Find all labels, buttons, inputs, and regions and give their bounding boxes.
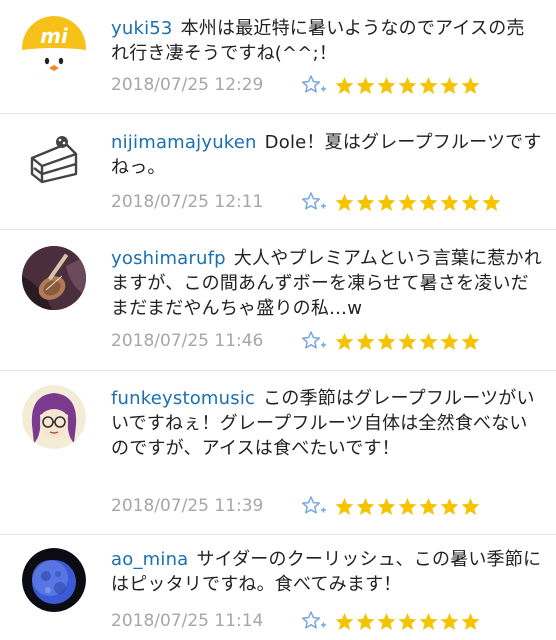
comment-meta: 2018/07/25 11:46: [111, 328, 480, 354]
star-icon: [440, 76, 459, 94]
star-icon: [398, 612, 417, 630]
star-icon: [461, 497, 480, 515]
star-icon: [461, 332, 480, 350]
comment-username[interactable]: ao_mina: [111, 549, 188, 570]
divider: [0, 229, 556, 230]
avatar[interactable]: [22, 548, 86, 612]
star-icon: [440, 332, 459, 350]
comment-text: yuki53 本州は最近特に暑いようなのでアイスの売れ行き凄そうですね(^^;！: [111, 16, 542, 66]
divider: [0, 534, 556, 535]
comment-text: ao_mina サイダーのクーリッシュ、この暑い季節にはピッタリですね。食べてみま…: [111, 547, 542, 597]
star-icon: [335, 193, 354, 211]
guitar-photo-avatar-icon: [22, 246, 86, 310]
star-icon: [398, 193, 417, 211]
avatar[interactable]: [22, 128, 86, 192]
star-icon: [398, 497, 417, 515]
star-icon: [419, 76, 438, 94]
comment-meta: 2018/07/25 12:29: [111, 72, 480, 98]
divider: [0, 113, 556, 114]
star-icon: [398, 332, 417, 350]
avatar[interactable]: mi: [22, 16, 86, 80]
comment-timestamp: 2018/07/25 11:39: [111, 496, 264, 516]
star-icon: [356, 612, 375, 630]
star-icon: [377, 612, 396, 630]
comment-username[interactable]: yoshimarufp: [111, 248, 226, 269]
star-icon: [440, 497, 459, 515]
star-icon: [377, 332, 396, 350]
cake-slice-avatar-icon: [22, 128, 86, 192]
comment-timestamp: 2018/07/25 11:14: [111, 611, 264, 631]
star-plus-icon[interactable]: [301, 329, 327, 353]
star-plus-icon[interactable]: [301, 609, 327, 633]
star-plus-icon[interactable]: [301, 190, 327, 214]
moon-avatar-icon: [22, 548, 86, 612]
star-icon: [356, 193, 375, 211]
star-icon: [419, 612, 438, 630]
star-icon: [335, 612, 354, 630]
star-icon: [461, 193, 480, 211]
star-rating: [335, 332, 480, 351]
star-plus-icon[interactable]: [301, 73, 327, 97]
star-icon: [482, 193, 501, 211]
comment-timestamp: 2018/07/25 11:46: [111, 331, 264, 351]
comment-username[interactable]: nijimamajyuken: [111, 132, 257, 153]
avatar[interactable]: [22, 385, 86, 449]
comment-timestamp: 2018/07/25 12:29: [111, 75, 264, 95]
mi-logo-chick-avatar-icon: mi: [22, 16, 86, 80]
comment-text: funkeystomusic この季節はグレープフルーツがいいですねぇ！グレープフ…: [111, 386, 542, 461]
comment-meta: 2018/07/25 12:11: [111, 189, 501, 215]
comment-text: yoshimarufp 大人やプレミアムという言葉に惹かれますが、この間あんずボー…: [111, 246, 542, 321]
star-rating: [335, 612, 480, 631]
star-plus-icon[interactable]: [301, 494, 327, 518]
star-icon: [377, 76, 396, 94]
star-icon: [377, 193, 396, 211]
purple-hair-glasses-avatar-icon: [22, 385, 86, 449]
star-rating: [335, 497, 480, 516]
star-icon: [461, 612, 480, 630]
comment-timestamp: 2018/07/25 12:11: [111, 192, 264, 212]
comment-meta: 2018/07/25 11:14: [111, 608, 480, 634]
star-icon: [398, 76, 417, 94]
star-rating: [335, 76, 480, 95]
comment-username[interactable]: funkeystomusic: [111, 388, 255, 409]
comment-meta: 2018/07/25 11:39: [111, 493, 480, 519]
star-icon: [440, 612, 459, 630]
star-rating: [335, 193, 501, 212]
comment-username[interactable]: yuki53: [111, 18, 173, 39]
star-icon: [356, 497, 375, 515]
star-icon: [377, 497, 396, 515]
comment-body: 本州は最近特に暑いようなのでアイスの売れ行き凄そうですね(^^;！: [111, 18, 525, 64]
avatar[interactable]: [22, 246, 86, 310]
divider: [0, 370, 556, 371]
star-icon: [356, 332, 375, 350]
star-icon: [419, 193, 438, 211]
star-icon: [419, 497, 438, 515]
star-icon: [335, 76, 354, 94]
star-icon: [335, 332, 354, 350]
comment-feed: mi yuki53 本州は最近特に暑いようなのでアイスの売れ行き凄そうですね(^^…: [0, 0, 556, 640]
comment-text: nijimamajyuken Dole！夏はグレープフルーツですねっ。: [111, 130, 542, 180]
star-icon: [335, 497, 354, 515]
star-icon: [440, 193, 459, 211]
star-icon: [461, 76, 480, 94]
star-icon: [419, 332, 438, 350]
svg-text:mi: mi: [40, 24, 69, 48]
star-icon: [356, 76, 375, 94]
